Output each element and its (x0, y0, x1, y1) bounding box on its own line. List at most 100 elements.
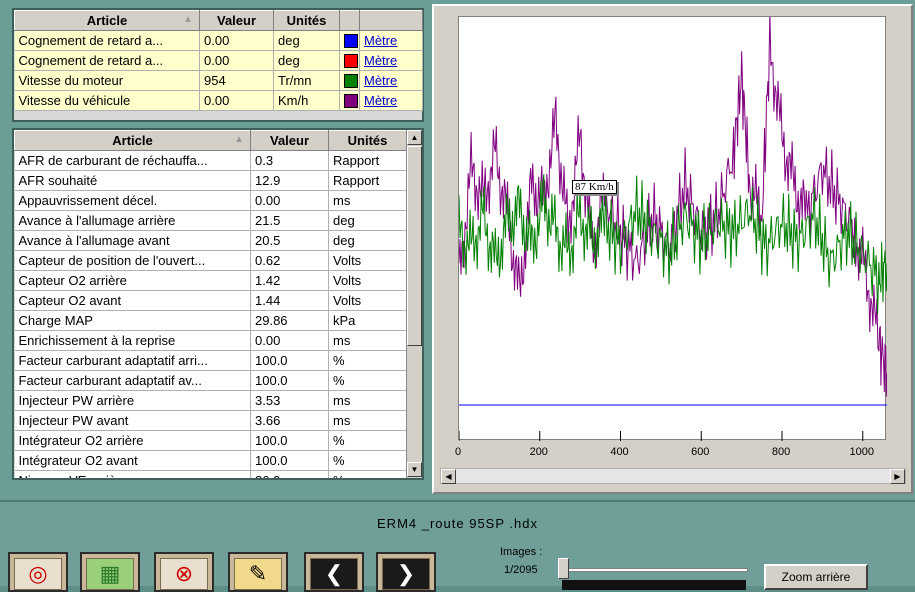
x-tick-label: 800 (771, 446, 791, 458)
cell-unit: Volts (328, 250, 407, 271)
cell-article: Facteur carburant adaptatif arri... (14, 350, 251, 371)
table-row[interactable]: Charge MAP 29.86 kPa (14, 310, 407, 331)
cell-article: Intégrateur O2 arrière (14, 430, 251, 451)
zoom-out-button[interactable]: Zoom arrière (764, 564, 868, 590)
cell-value: 0.62 (250, 250, 329, 271)
record-button[interactable]: ◎ (8, 552, 68, 592)
table-row[interactable]: Injecteur PW arrière 3.53 ms (14, 390, 407, 411)
table-row[interactable]: Appauvrissement décel. 0.00 ms (14, 190, 407, 211)
color-swatch[interactable] (344, 74, 358, 89)
grid-button[interactable]: ▦ (80, 552, 140, 592)
cell-unit: deg (328, 210, 407, 231)
cell-unit: % (328, 370, 407, 391)
cell-article: Facteur carburant adaptatif av... (14, 370, 251, 391)
cell-value: 3.66 (250, 410, 329, 431)
column-header-article[interactable]: Article ▲ (14, 130, 251, 151)
table-row[interactable]: AFR souhaité 12.9 Rapport (14, 170, 407, 191)
selected-parameters-table: Article ▲ Valeur Unités Cognement de reta… (12, 8, 424, 122)
cell-link[interactable]: Mètre (359, 30, 423, 51)
x-tick-label: 200 (529, 446, 548, 458)
x-tick-label: 0 (454, 446, 462, 458)
scroll-left-button[interactable]: ◀ (441, 469, 456, 484)
table-row[interactable]: Avance à l'allumage avant 20.5 deg (14, 230, 407, 251)
cell-value: 0.00 (199, 50, 274, 71)
cell-unit: Rapport (328, 150, 407, 171)
cell-link[interactable]: Mètre (359, 70, 423, 91)
table-row[interactable]: Vitesse du moteur 954 Tr/mn Mètre (14, 70, 423, 91)
column-header-article[interactable]: Article ▲ (14, 10, 200, 31)
cell-link[interactable]: Mètre (359, 50, 423, 71)
next-button[interactable]: ❯ (376, 552, 436, 592)
table-row[interactable]: Cognement de retard a... 0.00 deg Mètre (14, 30, 423, 51)
chevron-left-icon: ❮ (324, 561, 344, 586)
cell-unit: % (328, 450, 407, 471)
scroll-up-button[interactable]: ▲ (407, 130, 422, 145)
cell-unit: ms (328, 410, 407, 431)
scroll-down-button[interactable]: ▼ (407, 462, 422, 477)
meter-link[interactable]: Mètre (364, 53, 397, 68)
cell-article: Injecteur PW arrière (14, 390, 251, 411)
cell-article: Injecteur PW avant (14, 410, 251, 431)
table-row[interactable]: Intégrateur O2 avant 100.0% (14, 450, 407, 471)
table-scrollbar[interactable]: ▲ ▼ (406, 130, 422, 478)
cell-article: Avance à l'allumage arrière (14, 210, 251, 231)
color-swatch[interactable] (344, 34, 358, 49)
cell-value: 954 (199, 70, 274, 91)
cell-unit: Rapport (328, 170, 407, 191)
cell-article: Capteur O2 arrière (14, 270, 251, 291)
cell-color[interactable] (339, 50, 360, 71)
column-header-value[interactable]: Valeur (199, 10, 274, 31)
notes-button[interactable]: ✎ (228, 552, 288, 592)
color-swatch[interactable] (344, 94, 358, 109)
cell-value: 0.3 (250, 150, 329, 171)
cell-article: Cognement de retard a... (14, 30, 200, 51)
cell-unit: % (328, 470, 407, 478)
delete-folder-button[interactable]: ⊗ (154, 552, 214, 592)
scroll-right-button[interactable]: ▶ (890, 469, 905, 484)
table-row[interactable]: Injecteur PW avant 3.66 ms (14, 410, 407, 431)
cell-color[interactable] (339, 90, 360, 111)
cell-color[interactable] (339, 70, 360, 91)
column-header-value[interactable]: Valeur (250, 130, 329, 151)
cell-value: 0.00 (199, 30, 274, 51)
table-row[interactable]: Niveaux VE arrière86.0% (14, 470, 407, 478)
table-row[interactable]: Capteur O2 avant 1.44 Volts (14, 290, 407, 311)
cell-color[interactable] (339, 30, 360, 51)
table-row[interactable]: Intégrateur O2 arrière 100.0% (14, 430, 407, 451)
sort-arrow-icon: ▲ (234, 134, 244, 145)
cell-article: AFR souhaité (14, 170, 251, 191)
table-row[interactable]: Avance à l'allumage arrière 21.5 deg (14, 210, 407, 231)
table-row[interactable]: Facteur carburant adaptatif arri... 100.0… (14, 350, 407, 371)
column-header-unit[interactable]: Unités (273, 10, 340, 31)
cell-link[interactable]: Mètre (359, 90, 423, 111)
scroll-thumb[interactable] (407, 146, 422, 346)
table-row[interactable]: AFR de carburant de réchauffa... 0.3 Rappo… (14, 150, 407, 171)
chart-scrollbar[interactable]: ◀ ▶ (440, 468, 906, 484)
cell-unit: deg (273, 50, 340, 71)
column-header-unit[interactable]: Unités (328, 130, 407, 151)
cell-unit: Tr/mn (273, 70, 340, 91)
meter-link[interactable]: Mètre (364, 93, 397, 108)
table-row[interactable]: Capteur O2 arrière 1.42 Volts (14, 270, 407, 291)
cell-article: Intégrateur O2 avant (14, 450, 251, 471)
table-row[interactable]: Capteur de position de l'ouvert... 0.62 Vo… (14, 250, 407, 271)
cell-article: AFR de carburant de réchauffa... (14, 150, 251, 171)
meter-link[interactable]: Mètre (364, 73, 397, 88)
column-header-link (359, 10, 423, 31)
meter-link[interactable]: Mètre (364, 33, 397, 48)
table-row[interactable]: Facteur carburant adaptatif av... 100.0% (14, 370, 407, 391)
cell-value: 0.00 (250, 190, 329, 211)
series-line-1 (458, 174, 888, 314)
previous-button[interactable]: ❮ (304, 552, 364, 592)
cell-article: Niveaux VE arrière (14, 470, 251, 478)
table-row[interactable]: Cognement de retard a... 0.00 deg Mètre (14, 50, 423, 71)
table-row[interactable]: Vitesse du véhicule 0.00 Km/h Mètre (14, 90, 423, 111)
color-swatch[interactable] (344, 54, 358, 69)
plot-area[interactable]: 02004006008001000 (458, 11, 888, 441)
app-window: Article ▲ Valeur Unités Cognement de reta… (0, 0, 915, 592)
x-tick-label: 1000 (849, 446, 875, 458)
table-row[interactable]: Enrichissement à la reprise 0.00 ms (14, 330, 407, 351)
frame-slider-track[interactable] (560, 568, 748, 572)
frame-slider-thumb[interactable] (558, 558, 569, 579)
cell-article: Cognement de retard a... (14, 50, 200, 71)
